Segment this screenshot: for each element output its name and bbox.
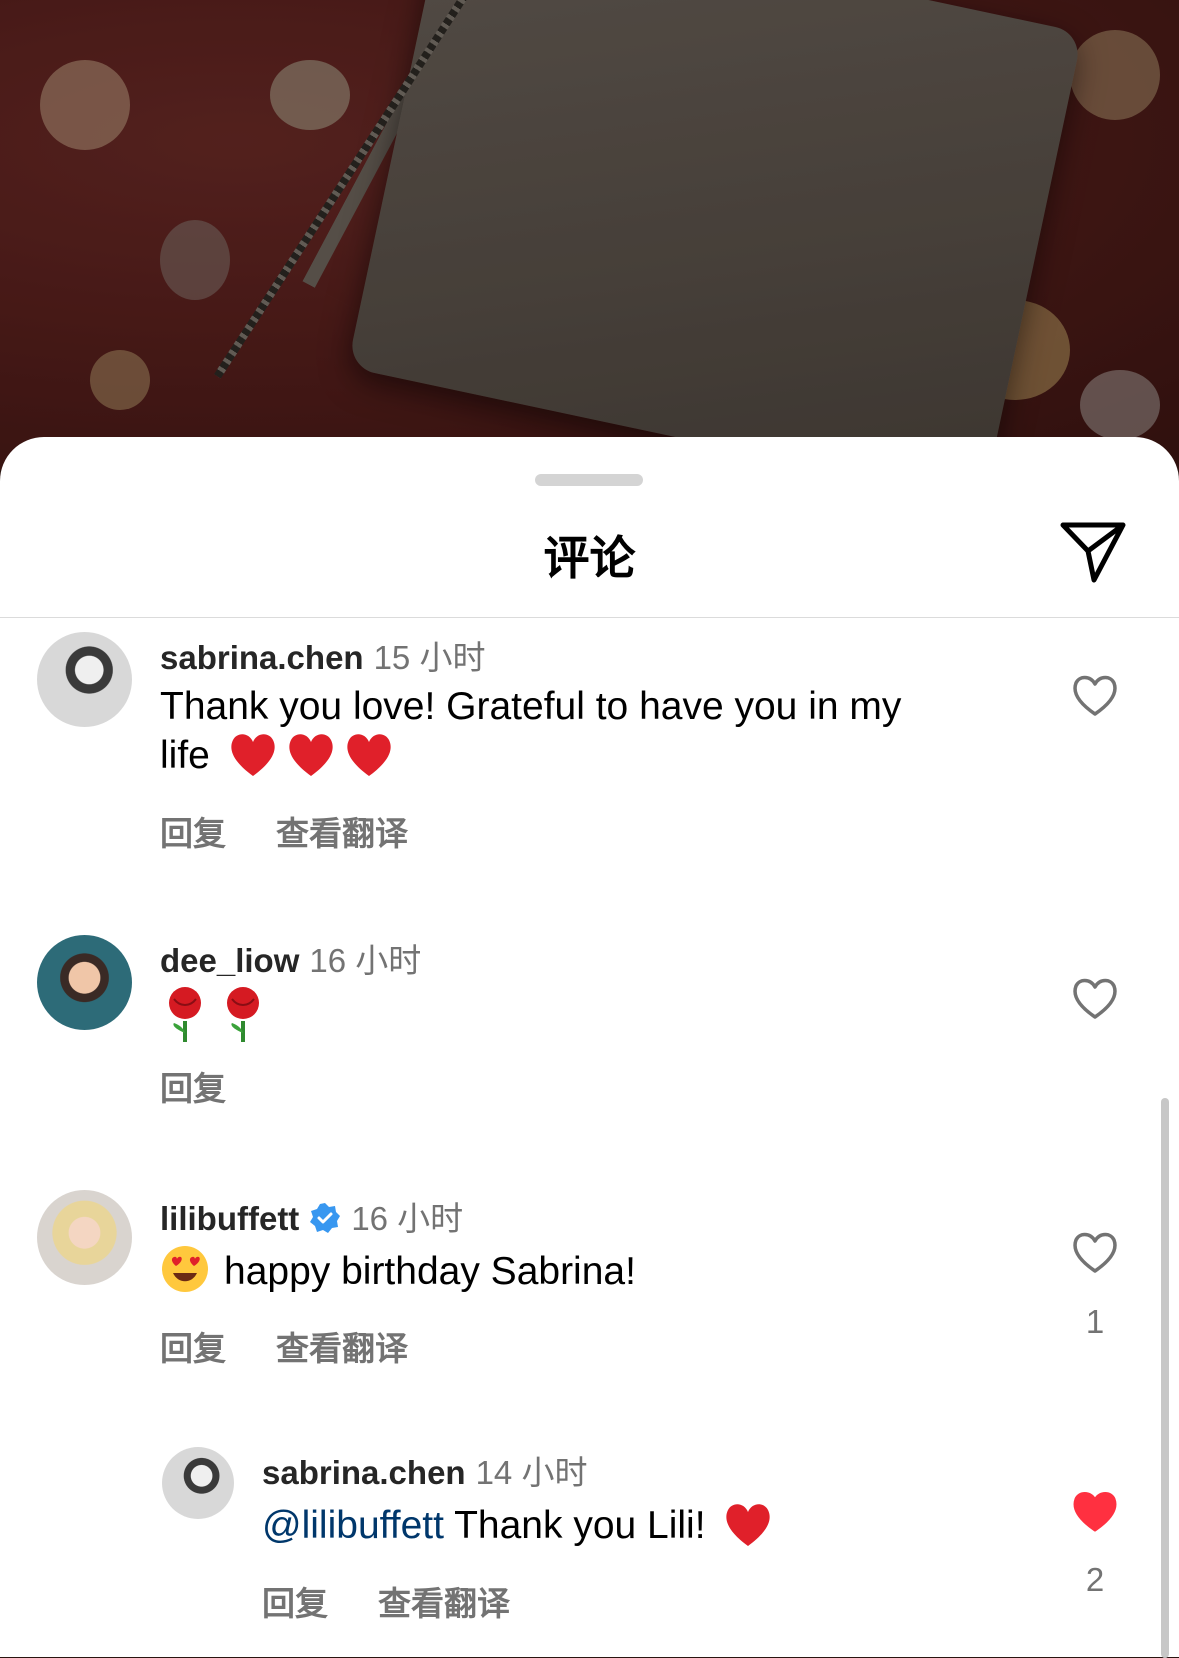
post-background-photo: [0, 0, 1179, 470]
comment-time: 14 小时: [475, 1454, 588, 1491]
heart-outline-icon[interactable]: [1070, 672, 1120, 718]
comment-text-line: life: [160, 734, 210, 777]
see-translation-button[interactable]: 查看翻译: [378, 1585, 510, 1622]
share-send-button[interactable]: [1058, 517, 1128, 587]
red-heart-emoji: [289, 734, 333, 776]
scrollbar[interactable]: [1161, 1098, 1169, 1658]
comment-text: happy birthday Sabrina!: [160, 1244, 636, 1295]
heart-outline-icon[interactable]: [1070, 975, 1120, 1021]
heart-filled-icon[interactable]: [1070, 1488, 1120, 1534]
paper-plane-icon: [1060, 522, 1126, 583]
red-heart-emoji: [726, 1504, 771, 1546]
comment-username[interactable]: lilibuffett: [160, 1200, 299, 1237]
like-count: 1: [1085, 1303, 1105, 1340]
comment-text: [160, 985, 276, 1043]
verified-badge-icon: [310, 1203, 341, 1233]
comment-username[interactable]: dee_liow: [160, 942, 299, 979]
comment-username[interactable]: sabrina.chen: [262, 1454, 466, 1491]
like-count: 2: [1085, 1561, 1105, 1598]
comment-text-content: happy birthday Sabrina!: [224, 1250, 636, 1293]
rose-emoji: [169, 987, 201, 1042]
comment-username[interactable]: sabrina.chen: [160, 639, 364, 676]
comment-text: Thank you love! Grateful to have you in …: [160, 684, 1010, 779]
sheet-title: 评论: [543, 532, 636, 584]
heart-eyes-emoji: [162, 1246, 208, 1292]
sheet-grabber[interactable]: [535, 474, 643, 486]
comment-time: 16 小时: [351, 1200, 464, 1237]
reply-button[interactable]: 回复: [262, 1585, 328, 1622]
comment-text-content: Thank you Lili!: [443, 1504, 717, 1547]
see-translation-button[interactable]: 查看翻译: [276, 815, 408, 852]
comment-actions: 回复 查看翻译: [160, 1322, 458, 1370]
avatar[interactable]: [37, 1190, 132, 1285]
comment-actions: 回复 查看翻译: [160, 807, 458, 855]
rose-emoji: [227, 987, 259, 1042]
avatar[interactable]: [37, 632, 132, 727]
red-heart-emoji: [347, 734, 391, 776]
comment-time: 15 小时: [373, 639, 486, 676]
red-heart-emoji: [231, 734, 275, 776]
comment-time: 16 小时: [309, 942, 422, 979]
avatar[interactable]: [162, 1447, 234, 1519]
comment-actions: 回复 查看翻译: [262, 1577, 560, 1625]
comment-text-line: Thank you love! Grateful to have you in …: [160, 685, 902, 728]
heart-outline-icon[interactable]: [1070, 1229, 1120, 1275]
reply-button[interactable]: 回复: [160, 815, 226, 852]
header-divider: [0, 617, 1179, 618]
avatar[interactable]: [37, 935, 132, 1030]
comment-actions: 回复: [160, 1062, 276, 1110]
overlay-dim: [0, 0, 1179, 470]
see-translation-button[interactable]: 查看翻译: [276, 1330, 408, 1367]
comment-text: @lilibuffett Thank you Lili!: [262, 1500, 774, 1549]
mention-link[interactable]: @lilibuffett: [262, 1504, 444, 1547]
reply-button[interactable]: 回复: [160, 1330, 226, 1367]
reply-button[interactable]: 回复: [160, 1070, 226, 1107]
